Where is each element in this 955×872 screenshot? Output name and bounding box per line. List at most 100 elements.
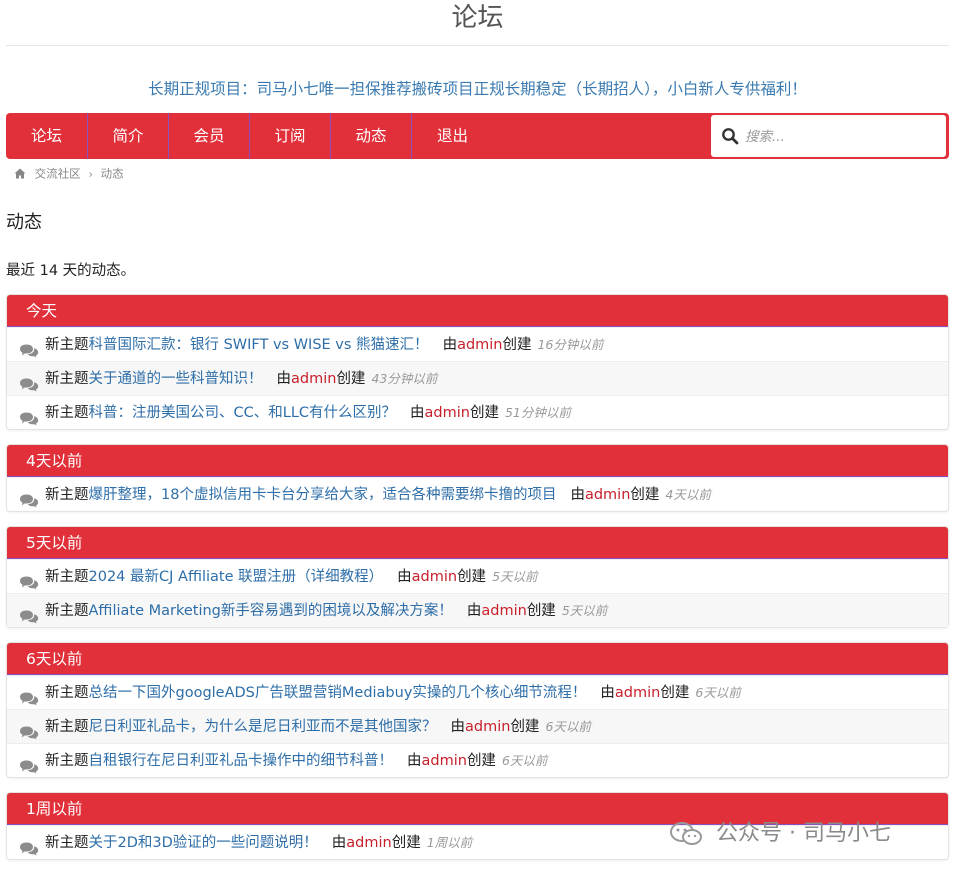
timestamp: 6天以前 [695,685,741,700]
search-icon[interactable] [721,127,739,145]
by-label: 由 [276,371,292,387]
topic-link[interactable]: 科普：注册美国公司、CC、和LLC有什么区别？ [89,405,397,421]
watermark: 公众号 · 司马小七 [669,818,891,850]
new-topic-label: 新主题 [45,719,89,735]
by-label: 由 [331,835,347,851]
user-link[interactable]: admin [481,603,526,619]
nav-item-about[interactable]: 简介 [88,113,169,159]
timestamp: 5天以前 [492,569,538,584]
user-link[interactable]: admin [412,569,457,585]
activity-row: 新主题科普国际汇款：银行 SWIFT vs WISE vs 熊猫速汇！ 由admi… [7,327,948,361]
created-label: 创建 [630,487,660,503]
activity-group: 6天以前 新主题总结一下国外googleADS广告联盟营销Mediabuy实操的几… [6,642,949,778]
comments-icon [19,603,39,624]
group-header: 今天 [7,295,948,327]
new-topic-label: 新主题 [45,753,89,769]
search-input[interactable] [745,122,940,152]
by-label: 由 [466,603,482,619]
group-header: 4天以前 [7,445,948,477]
new-topic-label: 新主题 [45,405,89,421]
timestamp: 43分钟以前 [371,371,438,386]
created-label: 创建 [660,685,690,701]
created-label: 创建 [502,337,532,353]
activity-row: 新主题科普：注册美国公司、CC、和LLC有什么区别？ 由admin创建 51分钟以前 [7,395,948,429]
activity-group: 4天以前 新主题爆肝整理，18个虚拟信用卡卡台分享给大家，适合各种需要绑卡撸的项目… [6,444,949,512]
user-link[interactable]: admin [465,719,510,735]
nav-item-logout[interactable]: 退出 [412,113,493,159]
nav-item-subscriptions[interactable]: 订阅 [250,113,331,159]
breadcrumb: 交流社区 › 动态 [14,165,124,181]
page-title: 动态 [6,212,42,233]
by-label: 由 [570,487,585,503]
new-topic-label: 新主题 [45,685,89,701]
activity-row: 新主题尼日利亚礼品卡，为什么是尼日利亚而不是其他国家？ 由admin创建 6天以前 [7,709,948,743]
topic-link[interactable]: 科普国际汇款：银行 SWIFT vs WISE vs 熊猫速汇！ [89,337,429,353]
by-label: 由 [442,337,458,353]
user-link[interactable]: admin [425,405,470,421]
activity-row: 新主题Affiliate Marketing新手容易遇到的困境以及解决方案！ 由a… [7,593,948,627]
activity-row: 新主题总结一下国外googleADS广告联盟营销Mediabuy实操的几个核心细… [7,675,948,709]
topic-link[interactable]: 2024 最新CJ Affiliate 联盟注册（详细教程） [89,569,384,585]
comments-icon [19,719,39,740]
main-navbar: 论坛 简介 会员 订阅 动态 退出 [6,113,949,159]
site-title: 论坛 [451,3,504,33]
created-label: 创建 [466,753,496,769]
new-topic-label: 新主题 [45,371,89,387]
topic-link[interactable]: Affiliate Marketing新手容易遇到的困境以及解决方案！ [89,603,453,619]
chevron-right-icon: › [88,166,93,181]
title-divider [6,45,949,46]
breadcrumb-home-link[interactable]: 交流社区 [35,167,81,181]
topic-link[interactable]: 总结一下国外googleADS广告联盟营销Mediabuy实操的几个核心细节流程… [89,685,587,701]
by-label: 由 [600,685,615,701]
topic-link[interactable]: 关于通道的一些科普知识！ [89,371,263,387]
new-topic-label: 新主题 [45,337,89,353]
group-header: 5天以前 [7,527,948,559]
by-label: 由 [407,753,422,769]
user-link[interactable]: admin [457,337,502,353]
created-label: 创建 [510,719,540,735]
topic-link[interactable]: 爆肝整理，18个虚拟信用卡卡台分享给大家，适合各种需要绑卡撸的项目 [89,487,557,503]
created-label: 创建 [336,371,366,387]
timestamp: 16分钟以前 [537,337,604,352]
timestamp: 6天以前 [501,753,548,768]
timestamp: 51分钟以前 [504,405,571,420]
activity-group: 5天以前 新主题2024 最新CJ Affiliate 联盟注册（详细教程） 由ad… [6,526,949,628]
activity-group: 今天 新主题科普国际汇款：银行 SWIFT vs WISE vs 熊猫速汇！ 由ad… [6,294,949,430]
user-link[interactable]: admin [291,371,336,387]
user-link[interactable]: admin [615,685,660,701]
nav-item-members[interactable]: 会员 [169,113,250,159]
new-topic-label: 新主题 [45,603,89,619]
promo-banner-link[interactable]: 长期正规项目：司马小七唯一担保推荐搬砖项目正规长期稳定（长期招人），小白新人专供… [0,78,955,100]
topic-link[interactable]: 尼日利亚礼品卡，为什么是尼日利亚而不是其他国家？ [89,719,437,735]
comments-icon [19,337,39,358]
user-link[interactable]: admin [585,487,630,503]
home-icon [14,168,26,179]
by-label: 由 [450,719,466,735]
new-topic-label: 新主题 [45,487,89,503]
activity-row: 新主题自租银行在尼日利亚礼品卡操作中的细节科普！ 由admin创建 6天以前 [7,743,948,777]
created-label: 创建 [526,603,556,619]
new-topic-label: 新主题 [45,835,89,851]
search-box [710,114,947,158]
comments-icon [19,569,39,590]
topic-link[interactable]: 关于2D和3D验证的一些问题说明！ [89,835,318,851]
nav-item-forum[interactable]: 论坛 [6,113,88,159]
timestamp: 4天以前 [665,487,711,502]
by-label: 由 [397,569,412,585]
timestamp: 1周以前 [426,835,473,850]
comments-icon [19,371,39,392]
nav-item-activity[interactable]: 动态 [331,113,412,159]
timestamp: 6天以前 [545,719,591,734]
breadcrumb-current: 动态 [100,166,124,181]
user-link[interactable]: admin [346,835,391,851]
group-header: 6天以前 [7,643,948,675]
topic-link[interactable]: 自租银行在尼日利亚礼品卡操作中的细节科普！ [89,753,394,769]
comments-icon [19,685,39,706]
created-label: 创建 [469,405,499,421]
user-link[interactable]: admin [422,753,467,769]
page-subtitle: 最近 14 天的动态。 [6,263,136,279]
comments-icon [19,835,39,856]
wechat-icon [670,822,702,845]
watermark-text: 公众号 · 司马小七 [716,821,891,846]
new-topic-label: 新主题 [45,569,89,585]
